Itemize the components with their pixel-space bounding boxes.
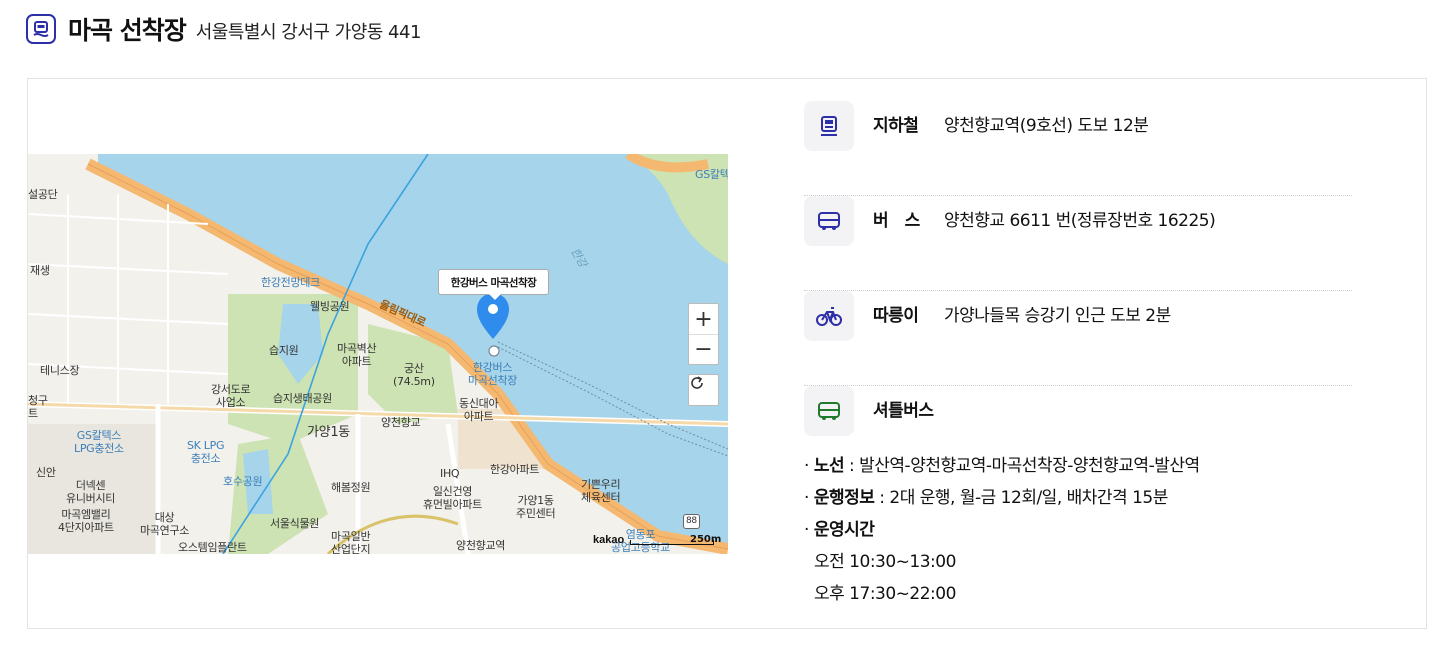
scale-label: 250m xyxy=(690,534,722,545)
shuttle-route-value: 발산역-양천향교역-마곡선착장-양천향교역-발산역 xyxy=(859,456,1200,476)
transport-row-shuttle: 셔틀버스 xyxy=(804,386,1352,436)
map-label: GS칼텍 xyxy=(695,168,728,181)
transport-info: 지하철 양천향교역(9호선) 도보 12분 버 스 양천향교 6611 번(정류… xyxy=(804,101,1352,610)
map-label: 오스템임플란트 xyxy=(178,541,247,554)
zoom-control: + − xyxy=(688,303,719,365)
map-label: 서울식물원 xyxy=(270,517,320,530)
transport-text: 양천향교 6611 번(정류장번호 16225) xyxy=(944,211,1216,231)
shuttle-route-label: 노선 xyxy=(813,456,845,476)
subway-icon xyxy=(804,101,854,151)
shuttle-info: · 운행정보 : 2대 운행, 월-금 12회/일, 배차간격 15분 xyxy=(804,488,1168,508)
shuttle-hours-pm: 오후 17:30~22:00 xyxy=(814,584,956,604)
zoom-in-button[interactable]: + xyxy=(689,304,718,334)
map-label: GS칼텍스 LPG충전소 xyxy=(74,429,124,455)
map-brand-logo: kakao xyxy=(593,534,625,546)
address-text: 서울특별시 강서구 가양동 441 xyxy=(195,22,422,43)
shuttle-hours: · 운영시간 xyxy=(804,520,875,540)
map-label: 가양1동 xyxy=(307,425,350,440)
bicycle-icon xyxy=(804,291,854,341)
map-label: 더넥센 유니버시티 xyxy=(66,479,116,505)
refresh-icon[interactable] xyxy=(689,375,718,405)
route-shield: 88 xyxy=(683,514,700,529)
shuttle-details: · 노선 : 발산역-양천향교역-마곡선착장-양천향교역-발산역 · 운행정보 … xyxy=(804,450,1352,610)
map-label: 한강아파트 xyxy=(490,463,540,476)
map-label: 습지생태공원 xyxy=(273,392,332,405)
shuttle-hours-label: 운영시간 xyxy=(813,520,875,540)
transport-label: 셔틀버스 xyxy=(873,401,934,421)
map-label: 일신건영 휴먼빌아파트 xyxy=(423,485,482,511)
map-label: 마곡일반 산업단지 xyxy=(331,530,371,554)
map-base xyxy=(28,154,728,554)
info-panel: 설공단 재생 한강전망데크 웰빙공원 올림픽대로 습지원 마곡벽산 아파트 궁산… xyxy=(27,78,1427,629)
page-title: 마곡 선착장 xyxy=(68,16,187,45)
transport-label: 버 스 xyxy=(873,211,920,231)
map-label: 기쁜우리 체육센터 xyxy=(581,478,621,504)
transport-row-bicycle: 따릉이 가양나들목 승강기 인근 도보 2분 xyxy=(804,291,1352,386)
transport-row-bus: 버 스 양천향교 6611 번(정류장번호 16225) xyxy=(804,196,1352,291)
map-label: 한강전망데크 xyxy=(261,276,320,289)
map-label: SK LPG 충전소 xyxy=(187,439,225,465)
map-label: 강서도로 사업소 xyxy=(211,383,251,409)
zoom-out-button[interactable]: − xyxy=(689,334,718,364)
shuttle-route: · 노선 : 발산역-양천향교역-마곡선착장-양천향교역-발산역 xyxy=(804,456,1200,476)
map-label: 가양1동 주민센터 xyxy=(516,494,556,520)
shuttle-bus-icon xyxy=(804,386,854,436)
transport-label: 따릉이 xyxy=(873,306,919,326)
page-header: 마곡 선착장 서울특별시 강서구 가양동 441 xyxy=(26,12,421,46)
marker-callout: 한강버스 마곡선착장 xyxy=(438,269,549,300)
map-label: 양천향교역 xyxy=(456,539,506,552)
map-label: 동신대아 아파트 xyxy=(459,397,499,423)
shuttle-info-label: 운행정보 xyxy=(813,488,875,508)
map-label: 마곡벽산 아파트 xyxy=(337,342,377,368)
location-map[interactable]: 설공단 재생 한강전망데크 웰빙공원 올림픽대로 습지원 마곡벽산 아파트 궁산… xyxy=(28,154,728,554)
map-label: 테니스장 xyxy=(40,364,80,377)
map-label: 해봄정원 xyxy=(331,481,371,494)
map-label: 양천향교 xyxy=(381,416,421,429)
map-label: 습지원 xyxy=(269,344,299,357)
bus-icon xyxy=(804,196,854,246)
map-label: 한강버스 마곡선착장 xyxy=(468,361,518,387)
ferry-icon xyxy=(26,14,56,44)
map-label: 호수공원 xyxy=(223,475,263,488)
map-label: 설공단 xyxy=(28,188,58,201)
map-label: 신안 xyxy=(36,466,56,479)
shuttle-info-value: 2대 운행, 월-금 12회/일, 배차간격 15분 xyxy=(889,488,1168,508)
map-label: 마곡엠밸리 4단지아파트 xyxy=(58,508,114,534)
shuttle-hours-am: 오전 10:30~13:00 xyxy=(814,552,956,572)
transport-label: 지하철 xyxy=(873,116,919,136)
map-label: 청구 트 xyxy=(28,394,48,420)
map-label: IHQ xyxy=(440,467,460,480)
map-label: 재생 xyxy=(30,264,50,277)
map-label: 대상 마곡연구소 xyxy=(140,511,190,537)
refresh-control xyxy=(688,374,719,406)
transport-row-subway: 지하철 양천향교역(9호선) 도보 12분 xyxy=(804,101,1352,196)
map-label: 궁산 (74.5m) xyxy=(393,362,435,388)
transport-text: 가양나들목 승강기 인근 도보 2분 xyxy=(944,306,1171,326)
transport-text: 양천향교역(9호선) 도보 12분 xyxy=(944,116,1149,136)
map-label: 웰빙공원 xyxy=(310,300,350,313)
